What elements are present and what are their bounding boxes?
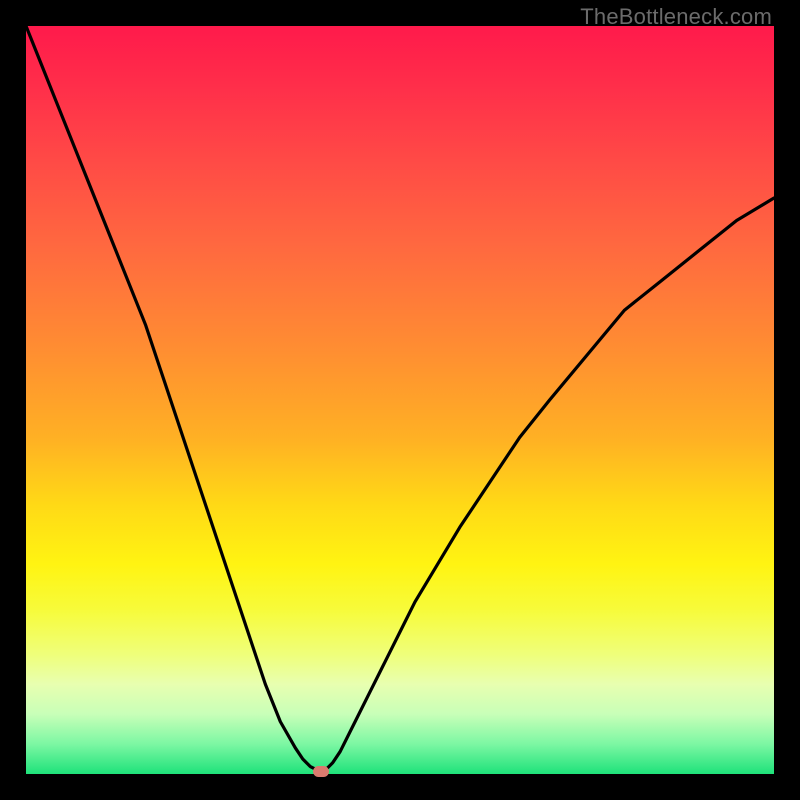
curve-layer <box>26 26 774 774</box>
bottleneck-curve <box>26 26 774 774</box>
optimal-marker <box>313 766 329 777</box>
watermark-text: TheBottleneck.com <box>580 4 772 30</box>
chart-frame: TheBottleneck.com <box>0 0 800 800</box>
